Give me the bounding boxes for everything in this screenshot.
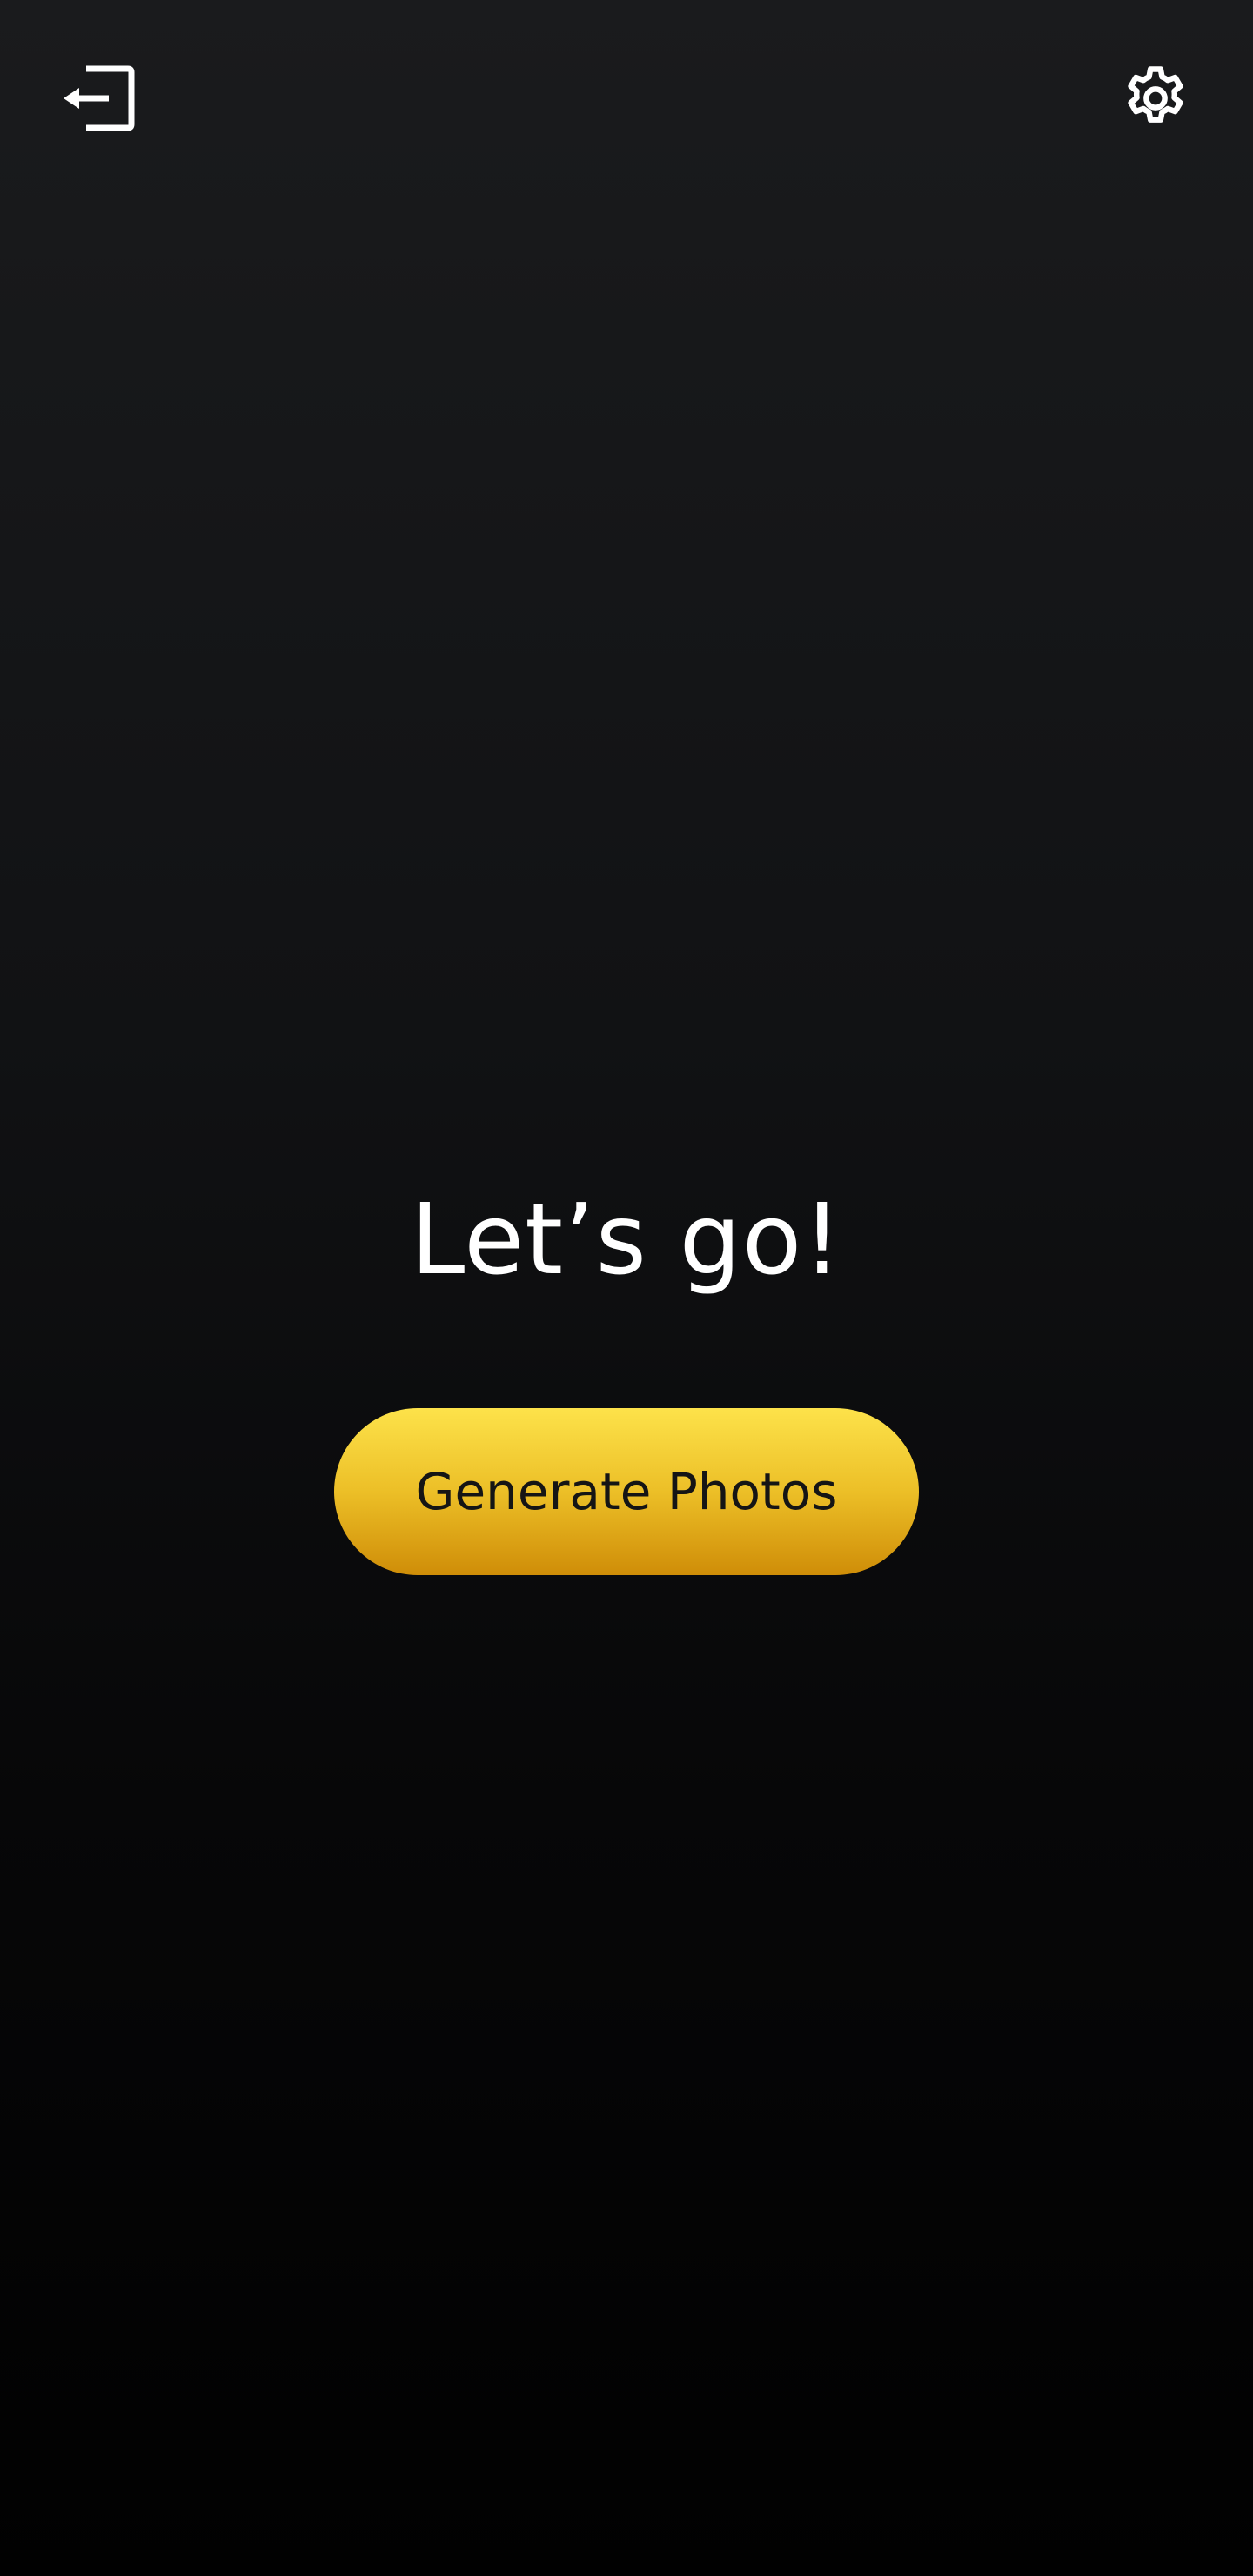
top-bar [0,0,1253,200]
logout-button[interactable] [50,50,146,146]
generate-photos-button[interactable]: Generate Photos [334,1408,919,1575]
logout-icon [64,65,135,131]
main-content: Let’s go! Generate Photos [0,1179,1253,1575]
headline: Let’s go! [410,1184,843,1297]
gear-icon [1128,66,1183,123]
settings-button[interactable] [1108,50,1203,146]
